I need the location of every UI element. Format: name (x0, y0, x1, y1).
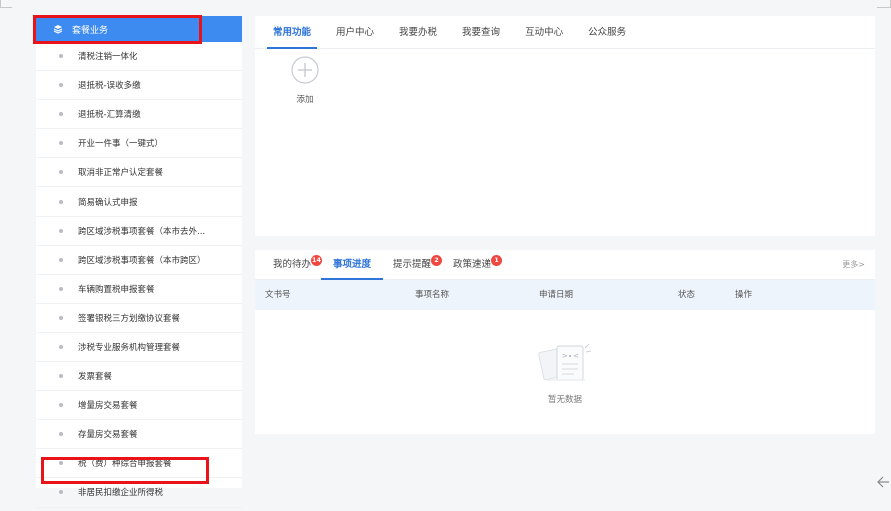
frame-corner-left (0, 0, 12, 8)
sidebar-item-label: 税（费）种综合申报套餐 (78, 459, 172, 470)
layers-icon (53, 25, 63, 34)
sidebar-item[interactable]: 取消非正常户认定套餐 (36, 158, 242, 188)
column-header-doc-number: 文书号 (265, 290, 291, 300)
top-tab[interactable]: 公众服务 (588, 16, 626, 49)
bullet-dot-icon (59, 490, 63, 495)
sidebar-item[interactable]: 清税注销一体化 (36, 42, 242, 72)
task-tab-label: 政策速递 (453, 258, 492, 270)
task-tab-bar: 我的待办 14 事项进度 提示提醒 2 政策速递 1 更多> (255, 250, 875, 280)
bullet-dot-icon (59, 403, 63, 408)
empty-document-icon: > < (538, 343, 592, 381)
sidebar-item[interactable]: 增量房交易套餐 (36, 391, 242, 421)
sidebar-item[interactable]: 跨区域涉税事项套餐（本市跨区） (36, 246, 242, 275)
sidebar-item[interactable]: 跨区域涉税事项套餐（本市去外... (36, 217, 242, 246)
count-badge: 14 (310, 254, 323, 266)
table-header: 文书号 事项名称 申请日期 状态 操作 (255, 280, 875, 310)
task-tab-label: 提示提醒 (393, 258, 432, 270)
bullet-dot-icon (59, 199, 63, 204)
bullet-dot-icon (59, 170, 63, 175)
svg-text:>: > (562, 352, 568, 360)
sidebar-item[interactable]: 税（费）种综合申报套餐 (36, 449, 242, 479)
bullet-dot-icon (59, 228, 63, 233)
sidebar-item-label: 开业一件事（一键式） (78, 139, 164, 150)
top-tab-bar: 常用功能 用户中心 我要办税 我要查询 互动中心 公众服务 (255, 16, 875, 49)
sidebar-item[interactable]: 涉税专业服务机构管理套餐 (36, 333, 242, 363)
sidebar-list: 清税注销一体化 退抵税-误收多缴 退抵税-汇算清缴开业一件事（一键式） 取消非正常户认… (36, 42, 242, 508)
sidebar-item-label: 取消非正常户认定套餐 (78, 168, 164, 179)
sidebar-item-label: 发票套餐 (78, 372, 113, 383)
top-tab[interactable]: 常用功能 (266, 16, 318, 49)
add-label: 添加 (296, 95, 314, 105)
sidebar-item-label: 简易确认式申报 (78, 197, 138, 208)
plus-circle-icon (291, 56, 319, 84)
sidebar-item[interactable]: 发票套餐 (36, 362, 242, 392)
sidebar-item-label: 跨区域涉税事项套餐（本市跨区） (78, 255, 206, 266)
top-tab[interactable]: 我要查询 (462, 16, 500, 49)
empty-state-label: 暂无数据 (547, 395, 582, 405)
add-shortcut-button[interactable]: 添加 (285, 56, 325, 105)
sidebar-item-label: 清税注销一体化 (78, 52, 138, 63)
column-header-apply-date: 申请日期 (539, 290, 574, 300)
sidebar-item-label: 车辆购置税申报套餐 (78, 284, 155, 295)
task-tab[interactable]: 我的待办 14 (273, 250, 323, 280)
empty-state: > < 暂无数据 (255, 340, 875, 405)
sidebar-item-label: 增量房交易套餐 (78, 401, 138, 412)
top-tab[interactable]: 互动中心 (525, 16, 563, 49)
column-header-actions: 操作 (735, 290, 753, 300)
sidebar-header-label: 套餐业务 (72, 25, 109, 36)
bullet-dot-icon (59, 315, 63, 320)
bullet-dot-icon (59, 257, 63, 262)
top-tab[interactable]: 用户中心 (336, 16, 374, 49)
frame-corner-right (877, 0, 891, 8)
sidebar-item[interactable]: 退抵税-汇算清缴 (36, 100, 242, 130)
task-tab[interactable]: 政策速递 1 (453, 250, 503, 280)
bullet-dot-icon (59, 112, 63, 117)
sidebar-item[interactable]: 存量房交易套餐 (36, 420, 242, 450)
count-badge: 2 (431, 254, 443, 266)
sidebar-item-label: 退抵税-汇算清缴 (78, 110, 141, 121)
sidebar-item-label: 涉税专业服务机构管理套餐 (78, 342, 181, 353)
bullet-dot-icon (59, 54, 63, 59)
sidebar-item[interactable]: 开业一件事（一键式） (36, 129, 242, 159)
column-header-item-name: 事项名称 (415, 290, 450, 300)
common-functions-panel: 常用功能 用户中心 我要办税 我要查询 互动中心 公众服务 添加 (255, 16, 875, 236)
bullet-dot-icon (59, 344, 63, 349)
sidebar-item-label: 存量房交易套餐 (78, 430, 138, 441)
task-tab-label: 事项进度 (333, 258, 372, 270)
sidebar-item[interactable]: 退抵税-误收多缴 (36, 71, 242, 101)
bullet-dot-icon (59, 374, 63, 379)
sidebar-item-label: 退抵税-误收多缴 (78, 81, 141, 92)
column-header-status: 状态 (678, 290, 696, 300)
task-tab[interactable]: 提示提醒 2 (393, 250, 443, 280)
bullet-dot-icon (59, 141, 63, 146)
sidebar-item[interactable]: 简易确认式申报 (36, 187, 242, 217)
sidebar-item[interactable]: 车辆购置税申报套餐 (36, 275, 242, 304)
bullet-dot-icon (59, 461, 63, 466)
sidebar-header-package-business[interactable]: 套餐业务 (36, 16, 242, 42)
bullet-dot-icon (59, 286, 63, 291)
sidebar-item-label: 跨区域涉税事项套餐（本市去外... (78, 226, 206, 237)
svg-text:<: < (573, 352, 579, 360)
sidebar: 套餐业务 清税注销一体化 退抵税-误收多缴 退抵税-汇算清缴开业一件事（一键式） 取消… (36, 16, 242, 508)
count-badge: 1 (491, 254, 503, 266)
sidebar-item[interactable]: 签署银税三方划缴协议套餐 (36, 304, 242, 333)
sidebar-item[interactable]: 非居民扣缴企业所得税 (36, 478, 242, 508)
task-tab[interactable]: 事项进度 (321, 250, 384, 280)
task-tab-label: 我的待办 (273, 258, 312, 270)
more-link[interactable]: 更多> (842, 250, 865, 280)
sidebar-item-label: 非居民扣缴企业所得税 (78, 488, 164, 499)
top-tab[interactable]: 我要办税 (399, 16, 437, 49)
arrow-left-icon[interactable] (876, 475, 890, 489)
bullet-dot-icon (59, 83, 63, 88)
bullet-dot-icon (59, 432, 63, 437)
sidebar-item-label: 签署银税三方划缴协议套餐 (78, 313, 181, 324)
task-panel: 我的待办 14 事项进度 提示提醒 2 政策速递 1 更多> 文书号 事项名称 申请日期 状态… (255, 250, 875, 434)
